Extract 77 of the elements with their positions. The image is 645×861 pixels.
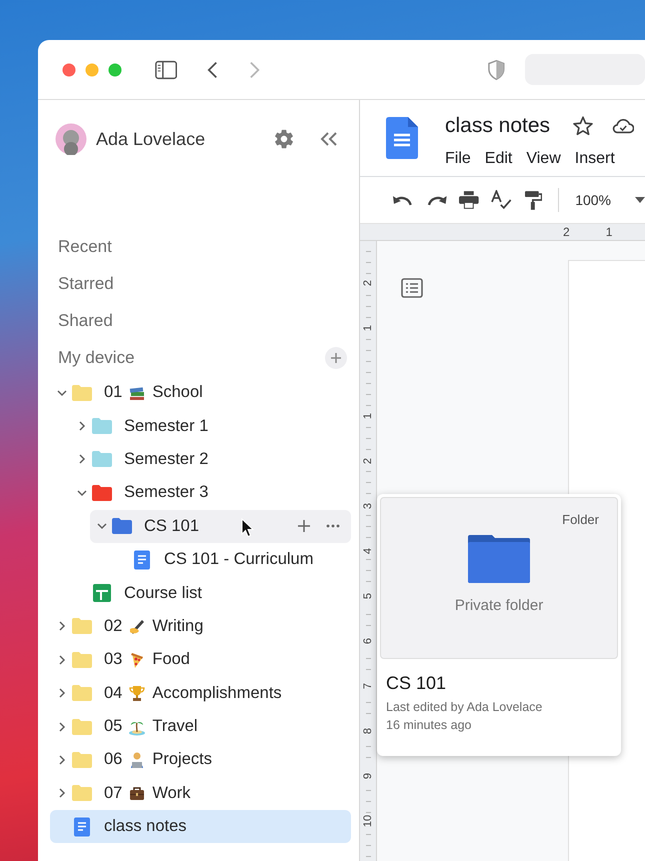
tree-item[interactable]: 07 Work xyxy=(50,776,351,810)
section-label[interactable]: My device xyxy=(50,339,135,376)
writing-hand-icon xyxy=(128,617,146,636)
document-icon xyxy=(72,816,92,837)
item-name: Accomplishments xyxy=(152,684,282,703)
mouse-pointer-icon xyxy=(241,518,255,538)
item-name: CS 101 - Curriculum xyxy=(164,550,314,570)
star-icon[interactable] xyxy=(572,115,594,137)
item-number: 06 xyxy=(104,750,122,770)
preview-caption: Private folder xyxy=(454,597,544,614)
nav-item[interactable]: Starred xyxy=(50,265,351,302)
window-control-button[interactable] xyxy=(62,62,76,76)
nav-item[interactable]: Shared xyxy=(50,302,351,339)
tree-item[interactable]: 01 School xyxy=(50,376,351,410)
item-name: Work xyxy=(152,784,191,803)
item-name: School xyxy=(152,383,203,402)
item-name: Food xyxy=(152,650,190,670)
item-number: 04 xyxy=(104,684,122,703)
shield-icon[interactable] xyxy=(488,58,505,80)
dropdown-caret-icon xyxy=(635,197,645,203)
document-title[interactable]: class notes xyxy=(445,114,550,138)
item-name: Course list xyxy=(124,584,202,603)
undo-icon[interactable] xyxy=(392,193,414,207)
tree-item[interactable]: 02 Writing xyxy=(50,610,351,644)
avatar-icon[interactable] xyxy=(55,123,87,155)
paint-format-icon[interactable] xyxy=(524,190,542,210)
folder-icon xyxy=(468,535,530,583)
edited-time: 16 minutes ago xyxy=(386,718,472,732)
add-icon[interactable] xyxy=(297,519,311,534)
sidebar-toggle-icon[interactable] xyxy=(155,60,178,80)
last-edited-text: Last edited by Ada Lovelace xyxy=(386,700,544,714)
tree-item[interactable]: 04 Accomplishments xyxy=(50,676,351,710)
tree-item[interactable]: CS 101 - Curriculum xyxy=(110,542,351,576)
item-number: 03 xyxy=(104,650,122,670)
tree-item[interactable]: Semester 1 xyxy=(70,409,351,443)
item-name: Semester 3 xyxy=(124,483,208,502)
ruler-number: 1 xyxy=(606,225,612,239)
nav-item[interactable]: Recent xyxy=(50,228,351,265)
user-name: Ada Lovelace xyxy=(96,128,206,150)
tree-item[interactable]: CS 101 xyxy=(90,510,351,543)
tree-item[interactable]: Semester 2 xyxy=(70,442,351,476)
item-name: Semester 1 xyxy=(124,416,208,436)
tree-item[interactable]: 05 Travel xyxy=(50,710,351,744)
collapse-sidebar-icon[interactable] xyxy=(319,131,339,147)
add-icon[interactable] xyxy=(325,346,347,368)
item-name: Travel xyxy=(152,717,198,736)
tree-item[interactable]: 06 Projects xyxy=(50,743,351,777)
item-number: 01 xyxy=(104,383,122,402)
outline-icon[interactable] xyxy=(401,278,423,298)
menu-item[interactable]: View xyxy=(526,150,561,168)
item-name: Semester 2 xyxy=(124,450,208,469)
tree-item[interactable]: 03 Food xyxy=(50,643,351,677)
tree-item[interactable]: class notes xyxy=(50,810,351,844)
item-type: Folder xyxy=(562,512,599,527)
item-name: Projects xyxy=(152,750,212,770)
trophy-icon xyxy=(128,684,146,702)
item-number: 02 xyxy=(104,616,122,636)
zoom-select[interactable]: 100% xyxy=(575,192,645,208)
spellcheck-icon[interactable] xyxy=(490,190,513,210)
tree-item[interactable]: Course list xyxy=(70,576,351,610)
item-name: class notes xyxy=(104,817,187,836)
item-name: CS 101 xyxy=(144,516,200,536)
print-icon[interactable] xyxy=(459,191,479,209)
card-title: CS 101 xyxy=(386,673,448,694)
ruler-number: 2 xyxy=(563,225,570,239)
item-number: 07 xyxy=(104,784,122,803)
document-icon xyxy=(132,550,152,570)
tree-item[interactable]: Semester 3 xyxy=(70,476,351,510)
document-icon xyxy=(386,117,418,159)
menu-item[interactable]: Edit xyxy=(484,150,512,168)
settings-icon[interactable] xyxy=(273,128,295,150)
item-number: 05 xyxy=(104,717,122,736)
menu-item[interactable]: File xyxy=(445,150,471,168)
spreadsheet-icon xyxy=(92,583,112,604)
item-name: Writing xyxy=(152,616,204,636)
cloud-check-icon[interactable] xyxy=(612,117,634,135)
menu-item[interactable]: Insert xyxy=(574,150,615,168)
